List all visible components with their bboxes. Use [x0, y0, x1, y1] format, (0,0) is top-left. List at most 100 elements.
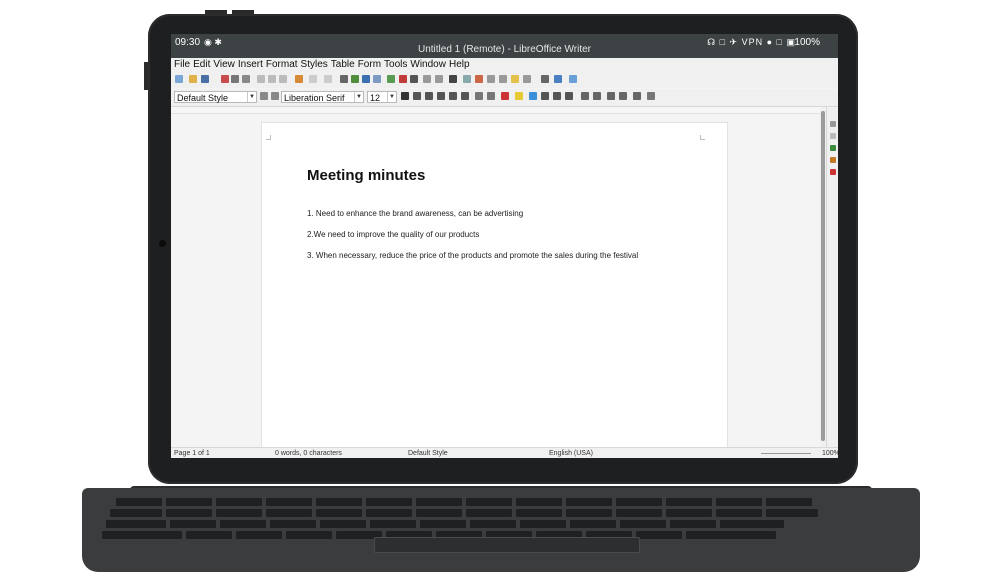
key — [266, 509, 312, 517]
formatting-marks-icon[interactable] — [362, 75, 370, 83]
special-character-icon[interactable] — [449, 75, 457, 83]
key — [166, 509, 212, 517]
new-document-icon[interactable] — [175, 75, 183, 83]
strikethrough-icon[interactable] — [437, 92, 445, 100]
zoom-slider[interactable] — [761, 453, 811, 454]
font-color-icon[interactable] — [501, 92, 509, 100]
new-style-icon[interactable] — [271, 92, 279, 100]
align-left-icon[interactable] — [529, 92, 537, 100]
numbering-icon[interactable] — [647, 92, 655, 100]
chevron-down-icon[interactable]: ▼ — [354, 92, 363, 102]
insert-field-icon[interactable] — [435, 75, 443, 83]
menu-insert[interactable]: Insert — [238, 59, 263, 70]
justify-icon[interactable] — [565, 92, 573, 100]
subscript-icon[interactable] — [461, 92, 469, 100]
endnote-icon[interactable] — [487, 75, 495, 83]
zoom-level[interactable]: 100% — [822, 448, 838, 458]
page-icon[interactable] — [830, 133, 836, 139]
footnote-icon[interactable] — [475, 75, 483, 83]
underline-icon[interactable] — [425, 92, 433, 100]
list-item[interactable]: 1. Need to enhance the brand awareness, … — [307, 209, 523, 218]
insert-chart-icon[interactable] — [399, 75, 407, 83]
scrollbar-thumb[interactable] — [821, 111, 825, 441]
track-changes-icon[interactable] — [523, 75, 531, 83]
text-box-icon[interactable] — [410, 75, 418, 83]
paragraph-style-select[interactable]: Default Style ▼ — [174, 91, 257, 103]
menu-help[interactable]: Help — [449, 59, 470, 70]
styles-icon[interactable] — [830, 145, 836, 151]
clone-format-icon[interactable] — [295, 75, 303, 83]
indent-icon[interactable] — [607, 92, 615, 100]
font-name-select[interactable]: Liberation Serif ▼ — [281, 91, 364, 103]
chevron-down-icon[interactable]: ▼ — [387, 92, 396, 102]
key — [516, 509, 562, 517]
menu-view[interactable]: View — [213, 59, 235, 70]
document-page[interactable]: Meeting minutes 1. Need to enhance the b… — [261, 122, 728, 454]
basic-shapes-icon[interactable] — [554, 75, 562, 83]
list-item[interactable]: 2.We need to improve the quality of our … — [307, 230, 479, 239]
window-title: Untitled 1 (Remote) - LibreOffice Writer — [417, 44, 592, 55]
align-right-icon[interactable] — [553, 92, 561, 100]
line-icon[interactable] — [541, 75, 549, 83]
menu-tools[interactable]: Tools — [384, 59, 407, 70]
export-pdf-icon[interactable] — [221, 75, 229, 83]
align-center-icon[interactable] — [541, 92, 549, 100]
save-icon[interactable] — [201, 75, 209, 83]
key — [102, 531, 182, 539]
key-row — [106, 520, 784, 528]
insert-image-icon[interactable] — [387, 75, 395, 83]
line-spacing-icon[interactable] — [581, 92, 589, 100]
page-style[interactable]: Default Style — [408, 448, 448, 458]
outline-icon[interactable] — [487, 92, 495, 100]
key — [320, 520, 366, 528]
page-count[interactable]: Page 1 of 1 — [174, 448, 210, 458]
chevron-down-icon[interactable]: ▼ — [247, 92, 256, 102]
find-replace-icon[interactable] — [340, 75, 348, 83]
word-count[interactable]: 0 words, 0 characters — [275, 448, 342, 458]
key — [316, 498, 362, 506]
key — [470, 520, 516, 528]
superscript-icon[interactable] — [449, 92, 457, 100]
spelling-icon[interactable] — [351, 75, 359, 83]
menu-form[interactable]: Form — [358, 59, 381, 70]
open-icon[interactable] — [189, 75, 197, 83]
bullets-icon[interactable] — [633, 92, 641, 100]
page-break-icon[interactable] — [423, 75, 431, 83]
menu-styles[interactable]: Styles — [301, 59, 328, 70]
gallery-icon[interactable] — [830, 157, 836, 163]
insert-table-icon[interactable] — [373, 75, 381, 83]
key-row — [116, 498, 812, 506]
menu-format[interactable]: Format — [266, 59, 298, 70]
menu-window[interactable]: Window — [410, 59, 446, 70]
key — [620, 520, 666, 528]
document-heading[interactable]: Meeting minutes — [307, 167, 425, 184]
navigator-icon[interactable] — [830, 169, 836, 175]
horizontal-ruler[interactable] — [171, 107, 821, 114]
redo-icon[interactable] — [324, 75, 332, 83]
print-preview-icon[interactable] — [242, 75, 250, 83]
menu-edit[interactable]: Edit — [193, 59, 210, 70]
document-status-bar: Page 1 of 1 0 words, 0 characters Defaul… — [171, 447, 838, 458]
undo-icon[interactable] — [309, 75, 317, 83]
outdent-icon[interactable] — [619, 92, 627, 100]
paragraph-spacing-icon[interactable] — [593, 92, 601, 100]
hyperlink-icon[interactable] — [463, 75, 471, 83]
cut-icon[interactable] — [257, 75, 265, 83]
copy-icon[interactable] — [268, 75, 276, 83]
sidebar-toggle-icon[interactable] — [569, 75, 577, 83]
properties-icon[interactable] — [830, 121, 836, 127]
font-size-select[interactable]: 12 ▼ — [367, 91, 397, 103]
list-item[interactable]: 3. When necessary, reduce the price of t… — [307, 251, 638, 260]
comment-icon[interactable] — [511, 75, 519, 83]
bold-icon[interactable] — [401, 92, 409, 100]
italic-icon[interactable] — [413, 92, 421, 100]
paste-icon[interactable] — [279, 75, 287, 83]
menu-file[interactable]: File — [174, 59, 190, 70]
language[interactable]: English (USA) — [549, 448, 593, 458]
bookmark-icon[interactable] — [499, 75, 507, 83]
print-icon[interactable] — [231, 75, 239, 83]
menu-table[interactable]: Table — [331, 59, 355, 70]
shadow-icon[interactable] — [475, 92, 483, 100]
highlight-color-icon[interactable] — [515, 92, 523, 100]
update-style-icon[interactable] — [260, 92, 268, 100]
